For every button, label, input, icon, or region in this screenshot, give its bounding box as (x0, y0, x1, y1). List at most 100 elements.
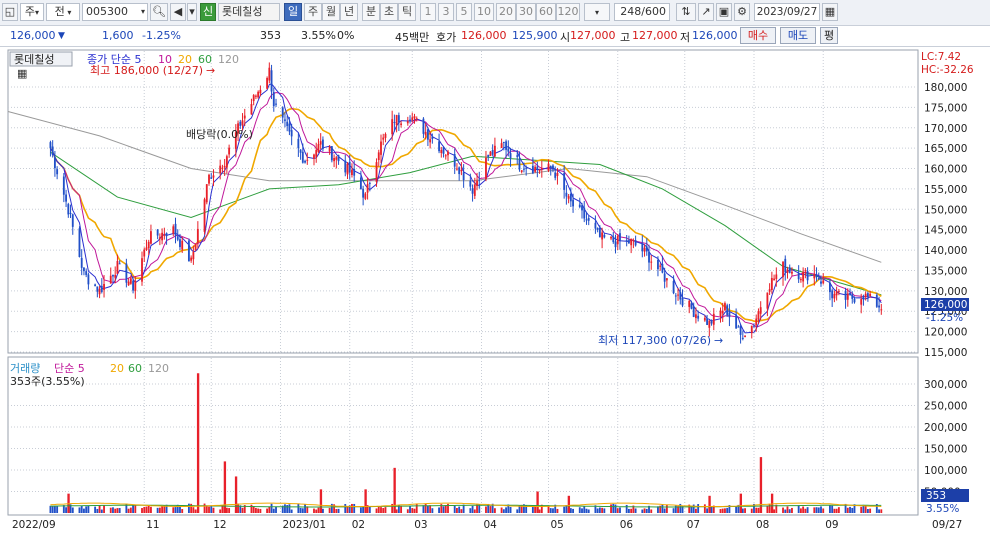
volume-bar (228, 508, 231, 513)
volume-bar (741, 508, 744, 513)
candle-body (351, 169, 353, 176)
compare-icon[interactable]: ⇅ (676, 3, 696, 21)
volume-bar (127, 508, 130, 513)
volume-spike-bar (196, 373, 200, 513)
ratio: 0% (337, 29, 355, 42)
high-label: 고 (620, 31, 631, 44)
toolbar: ◱ 주▾ 전 ▾ 005300 ▾ 🔍︎ ◀ ▾ 신 롯데칠성 일 주 월 년 분… (0, 0, 990, 26)
volume-bar (797, 505, 800, 513)
speaker-icon[interactable]: ◀ (170, 3, 186, 21)
prev-select[interactable]: 전 ▾ (46, 3, 80, 21)
candle-body (815, 276, 818, 278)
candle-body (254, 95, 257, 97)
period-month[interactable]: 월 (322, 3, 340, 21)
calendar-icon[interactable]: ▦ (822, 3, 838, 21)
count-display[interactable]: 248/600 (614, 3, 670, 21)
type-select[interactable]: 주▾ (20, 3, 44, 21)
dropdown-icon[interactable]: ▾ (187, 3, 197, 21)
volume-bar (297, 503, 300, 513)
save-icon[interactable]: ▣ (716, 3, 732, 21)
volume-bar (83, 508, 85, 513)
volume-bar (252, 506, 255, 513)
period-year[interactable]: 년 (340, 3, 358, 21)
candle-body (346, 163, 349, 175)
period-minute[interactable]: 분 (362, 3, 380, 21)
volume-bar (158, 507, 161, 513)
interval-5[interactable]: 5 (456, 3, 472, 21)
candle-body (172, 226, 175, 234)
candle-body (103, 283, 105, 290)
code-input[interactable]: 005300 ▾ (82, 3, 148, 21)
window-icon[interactable]: ◱ (2, 3, 18, 21)
candle-body (625, 240, 628, 242)
volume-bar (241, 507, 244, 513)
high-annotation: 최고 186,000 (12/27) (90, 64, 203, 77)
search-icon[interactable]: 🔍︎ (150, 3, 168, 21)
candle-body (62, 176, 65, 195)
volume-bar (254, 508, 257, 513)
period-tick[interactable]: 틱 (398, 3, 416, 21)
candle-body (665, 278, 668, 281)
candle-body (726, 305, 729, 316)
period-day[interactable]: 일 (284, 3, 302, 21)
candle-body (266, 77, 269, 89)
quote-label: 호가 (436, 31, 457, 44)
legend-ma120: 120 (218, 53, 239, 66)
settings-icon[interactable]: ⚙ (734, 3, 750, 21)
volume-bar (49, 505, 52, 513)
candle-body (759, 307, 762, 314)
chart-line-icon[interactable]: ↗ (698, 3, 714, 21)
candle-body (400, 123, 403, 125)
candle-body (78, 228, 81, 257)
volume-bar (813, 507, 816, 513)
interval-3[interactable]: 3 (438, 3, 454, 21)
volume-bar (744, 508, 746, 513)
candle-body (768, 289, 771, 292)
interval-custom[interactable]: ▾ (584, 3, 610, 21)
price-tick-label: 165,000 (924, 143, 967, 155)
date-tick-label: 03 (414, 519, 427, 531)
stock-name: 롯데칠성 (218, 3, 280, 21)
candle-body (284, 119, 286, 121)
buy-button[interactable]: 매수 (740, 27, 776, 44)
candle-body (315, 150, 318, 157)
eval-button[interactable]: 평 (820, 27, 838, 44)
candle-body (491, 149, 494, 155)
volume-bar (849, 506, 851, 513)
candle-body (330, 146, 333, 161)
date-tick-label: 04 (484, 519, 498, 531)
volume-bar (880, 509, 883, 513)
candle-body (397, 115, 400, 123)
volume-bar (634, 508, 637, 513)
volume-bar (395, 509, 398, 513)
volume-bar (380, 507, 382, 513)
candle-body (487, 154, 490, 157)
volume-bar (359, 507, 362, 513)
interval-60[interactable]: 60 (536, 3, 556, 21)
candle-body (846, 293, 849, 300)
period-week[interactable]: 주 (304, 3, 322, 21)
volume-bar (444, 505, 447, 513)
candle-body (697, 315, 700, 319)
date-tick-label: 05 (551, 519, 564, 531)
stock-chart[interactable]: 180,000 175,000 170,000 165,000 160,000 155,0… (0, 47, 990, 537)
sell-button[interactable]: 매도 (780, 27, 816, 44)
interval-1[interactable]: 1 (420, 3, 436, 21)
candle-body (165, 233, 168, 237)
date-input[interactable]: 2023/09/27 (754, 3, 820, 21)
interval-20[interactable]: 20 (496, 3, 516, 21)
interval-10[interactable]: 10 (474, 3, 494, 21)
interval-30[interactable]: 30 (516, 3, 536, 21)
candle-body (156, 229, 159, 236)
candle-body (681, 298, 684, 306)
interval-120[interactable]: 120 (556, 3, 580, 21)
volume-bar (337, 508, 340, 513)
volume-bar (431, 508, 434, 513)
candle-body (735, 314, 738, 329)
candle-body (583, 207, 586, 219)
volume-bar (806, 507, 809, 513)
period-second[interactable]: 초 (380, 3, 398, 21)
volume-bar (181, 509, 184, 513)
volume-bar (815, 507, 818, 513)
volume-bar (489, 506, 492, 513)
